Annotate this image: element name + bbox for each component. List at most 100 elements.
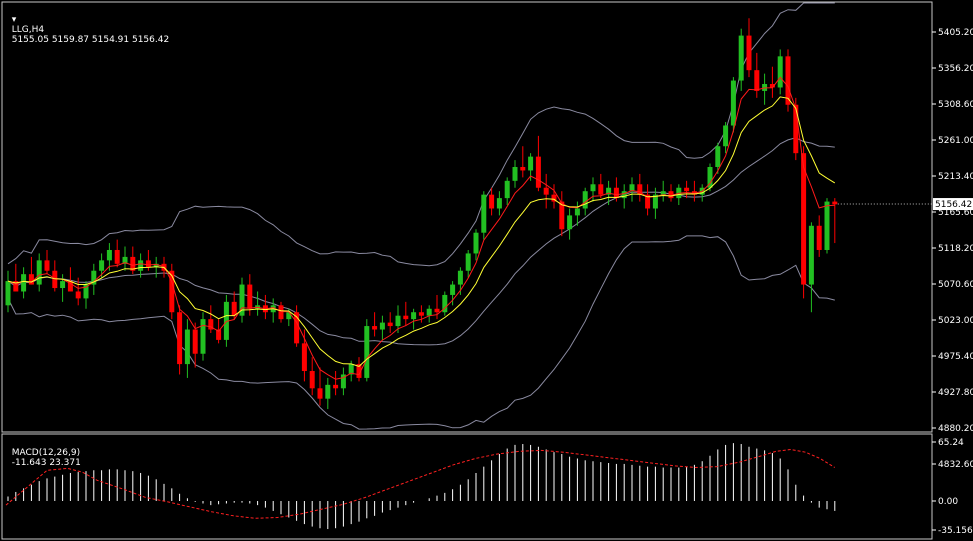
candle-body [317,388,323,399]
current-price-label: 5156.42 [935,200,972,210]
candle-body [723,125,729,147]
candle-body [489,194,495,209]
price-tick-label: 4880.20 [938,424,973,434]
candle-body [824,201,830,250]
candle-body [418,312,424,316]
candle-body [715,146,721,167]
candle-body [481,194,487,233]
candle-body [738,35,744,81]
candle-body [200,319,206,354]
candle-body [434,308,440,313]
candle-body [590,184,596,192]
candle-body [145,260,151,268]
candle-body [668,191,674,199]
macd-label: MACD(12,26,9) [11,448,81,458]
candle-body [403,315,409,320]
candle-body [465,253,471,271]
candle-body [60,281,66,289]
candle-body [387,322,393,327]
candle-body [169,270,175,313]
candle-body [574,208,580,216]
ohlc-values: 5155.05 5159.87 5154.91 5156.42 [11,35,170,45]
price-tick-label: 5070.60 [938,280,973,290]
candle-body [36,260,42,285]
candle-body [535,156,541,188]
price-tick-label: 4927.80 [938,388,973,398]
macd-pane-border [1,433,933,540]
candle-body [816,225,822,250]
candle-body [309,371,315,389]
candle-body [177,312,183,365]
candle-body [543,187,549,195]
chart-header: ▾ LLG,H4 5155.05 5159.87 5154.91 5156.42 [6,5,169,45]
candle-body [192,329,198,354]
candle-body [75,291,81,299]
price-pane-border [1,1,933,433]
candle-body [582,191,588,209]
candle-body [325,384,331,399]
candle-body [426,308,432,316]
candle-body [21,274,27,292]
price-axis: 5405.205356.205308.605261.005213.405165.… [932,28,973,470]
candle-body [520,166,526,171]
price-tick-label: 5023.00 [938,316,973,326]
candle-body [278,305,284,320]
candle-body [613,187,619,199]
price-tick-label: 5118.20 [938,244,973,254]
slow-ma-line [7,96,836,367]
candle-body [372,326,378,330]
candle-body [44,260,50,271]
fast-ma-line [7,76,835,380]
candle-body [512,166,518,181]
candle-body [106,249,112,261]
candle-body [598,184,604,195]
candle-body [528,156,534,171]
candle-body [114,249,120,264]
candle-body [411,312,417,320]
candle-body [754,70,760,91]
candle-body [364,326,370,378]
macd-subwindow[interactable] [5,443,836,530]
candle-body [496,198,502,209]
candle-body [184,329,190,365]
candle-body [5,281,11,306]
candle-body [395,315,401,327]
candle-body [379,322,385,330]
candle-body [450,284,456,295]
symbol-label: LLG,H4 [11,25,45,35]
candle-body [28,274,34,285]
candle-body [567,215,573,230]
candle-body [99,260,105,271]
macd-header: MACD(12,26,9) -11.643 23.371 [6,438,81,468]
macd-values: -11.643 23.371 [11,458,81,468]
candle-body [746,35,752,71]
candle-body [777,56,783,88]
chart-window[interactable]: 5405.205356.205308.605261.005213.405165.… [0,0,973,541]
macd-tick-label: -35.156 [938,526,973,536]
candle-body [301,343,307,372]
candle-body [808,225,814,285]
price-tick-label: 5213.40 [938,172,973,182]
collapse-triangle-icon[interactable]: ▾ [12,15,17,25]
candle-body [621,191,627,199]
candle-body [333,384,339,389]
price-tick-label: 5405.20 [938,28,973,38]
candle-body [730,80,736,126]
candle-body [457,270,463,285]
candle-body [504,180,510,199]
candle-body [832,201,838,205]
candle-body [684,187,690,192]
candle-body [231,301,237,316]
macd-tick-label: 0.00 [938,497,958,507]
price-chart[interactable] [5,2,933,430]
macd-axis: 65.24 0.00 -35.156 [932,438,973,536]
candle-body [473,232,479,254]
price-tick-label: 5308.60 [938,100,973,110]
price-tick-label: 4832.60 [938,460,973,470]
price-tick-label: 4975.40 [938,352,973,362]
candle-body [660,191,666,195]
candle-body [138,260,144,271]
candle-body [247,284,253,309]
price-tick-label: 5356.20 [938,64,973,74]
price-tick-label: 5261.00 [938,136,973,146]
